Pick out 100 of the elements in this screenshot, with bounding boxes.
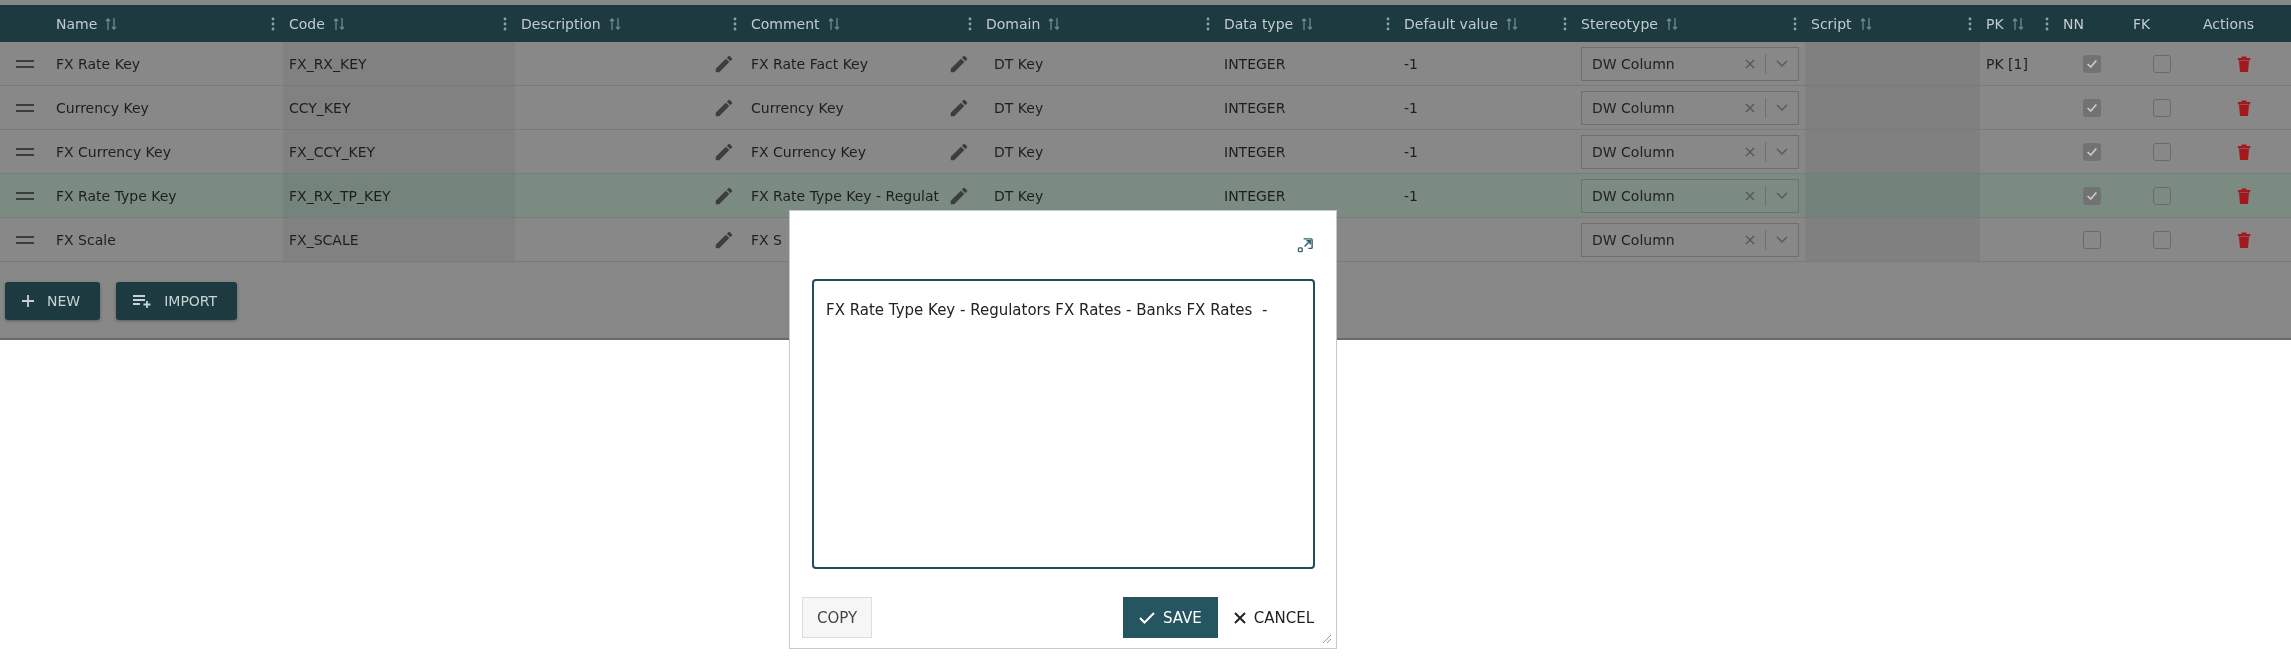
stereotype-select[interactable]: DW Column bbox=[1581, 46, 1799, 81]
delete-icon[interactable] bbox=[2237, 98, 2251, 117]
column-header[interactable]: Name bbox=[50, 5, 283, 42]
drag-handle-icon[interactable] bbox=[16, 147, 34, 156]
clear-icon[interactable] bbox=[1745, 234, 1755, 245]
comment-text-area[interactable]: FX Rate Type Key - Regulators FX Rates - Banks FX Rates - bbox=[812, 279, 1315, 569]
checkbox[interactable] bbox=[2153, 54, 2171, 73]
column-menu-icon[interactable] bbox=[968, 16, 972, 31]
chevron-icon[interactable] bbox=[1776, 235, 1788, 244]
drag-handle-icon[interactable] bbox=[16, 103, 34, 112]
sort-icon[interactable] bbox=[105, 16, 118, 31]
column-header[interactable]: Description bbox=[515, 5, 745, 42]
column-header[interactable]: Actions bbox=[2197, 5, 2291, 42]
plus-icon bbox=[21, 294, 35, 308]
column-menu-icon[interactable] bbox=[1386, 16, 1390, 31]
cancel-button[interactable]: CANCEL bbox=[1233, 608, 1314, 627]
column-header[interactable]: Comment bbox=[745, 5, 980, 42]
table-row[interactable]: FX Rate Key FX_RX_KEY FX Rate Fact Key DT Key INTEGER -1 DW Column PK [1] bbox=[0, 42, 2291, 86]
table-cell: FX S bbox=[751, 231, 782, 248]
table-cell: -1 bbox=[1404, 55, 1418, 72]
table-cell: -1 bbox=[1404, 143, 1418, 160]
column-header[interactable]: NN bbox=[2057, 5, 2127, 42]
delete-icon[interactable] bbox=[2237, 54, 2251, 73]
checkbox[interactable] bbox=[2153, 98, 2171, 117]
sort-icon[interactable] bbox=[332, 16, 345, 31]
stereotype-select[interactable]: DW Column bbox=[1581, 90, 1799, 125]
table-cell: Currency Key bbox=[751, 99, 844, 116]
checkbox[interactable] bbox=[2153, 186, 2171, 205]
column-header[interactable]: Data type bbox=[1218, 5, 1398, 42]
list-add-icon bbox=[132, 294, 153, 308]
close-icon bbox=[1233, 611, 1246, 624]
sort-icon[interactable] bbox=[2011, 16, 2024, 31]
delete-icon[interactable] bbox=[2237, 230, 2251, 249]
clear-icon[interactable] bbox=[1745, 190, 1755, 201]
table-cell: -1 bbox=[1404, 99, 1418, 116]
table-row[interactable]: FX Rate Type Key FX_RX_TP_KEY FX Rate Type Key - Regulat DT Key INTEGER -1 DW Column bbox=[0, 174, 2291, 218]
chevron-icon[interactable] bbox=[1776, 59, 1788, 68]
column-header[interactable]: Default value bbox=[1398, 5, 1575, 42]
column-menu-icon[interactable] bbox=[733, 16, 737, 31]
column-menu-icon[interactable] bbox=[2045, 16, 2049, 31]
column-header[interactable]: PK bbox=[1980, 5, 2057, 42]
sort-icon[interactable] bbox=[1859, 16, 1872, 31]
clear-icon[interactable] bbox=[1745, 146, 1755, 157]
table-cell: FX_CCY_KEY bbox=[289, 143, 376, 160]
table-cell: FX Rate Type Key - Regulat bbox=[751, 187, 939, 204]
import-button[interactable]: IMPORT bbox=[116, 282, 238, 320]
checkbox[interactable] bbox=[2083, 186, 2101, 205]
save-button[interactable]: SAVE bbox=[1122, 597, 1218, 638]
chevron-icon[interactable] bbox=[1776, 103, 1788, 112]
table-cell: DT Key bbox=[994, 143, 1044, 160]
checkbox[interactable] bbox=[2083, 98, 2101, 117]
column-menu-icon[interactable] bbox=[271, 16, 275, 31]
checkbox[interactable] bbox=[2083, 230, 2101, 249]
column-menu-icon[interactable] bbox=[1206, 16, 1210, 31]
column-menu-icon[interactable] bbox=[1563, 16, 1567, 31]
column-header[interactable]: Stereotype bbox=[1575, 5, 1805, 42]
column-header[interactable]: Domain bbox=[980, 5, 1218, 42]
column-menu-icon[interactable] bbox=[1968, 16, 1972, 31]
table-cell: -1 bbox=[1404, 187, 1418, 204]
table-cell: INTEGER bbox=[1224, 55, 1286, 72]
delete-icon[interactable] bbox=[2237, 186, 2251, 205]
sort-icon[interactable] bbox=[1665, 16, 1678, 31]
checkbox[interactable] bbox=[2153, 230, 2171, 249]
sort-icon[interactable] bbox=[1301, 16, 1314, 31]
table-cell: DT Key bbox=[994, 99, 1044, 116]
table-cell: FX Currency Key bbox=[751, 143, 866, 160]
sort-icon[interactable] bbox=[1505, 16, 1518, 31]
table-row[interactable]: FX Currency Key FX_CCY_KEY FX Currency Key DT Key INTEGER -1 DW Column bbox=[0, 130, 2291, 174]
stereotype-select[interactable]: DW Column bbox=[1581, 178, 1799, 213]
drag-handle-icon[interactable] bbox=[16, 235, 34, 244]
column-menu-icon[interactable] bbox=[1793, 16, 1797, 31]
table-cell: FX Rate Key bbox=[56, 55, 141, 72]
sort-icon[interactable] bbox=[1048, 16, 1061, 31]
copy-button[interactable]: COPY bbox=[802, 597, 873, 638]
sort-icon[interactable] bbox=[608, 16, 621, 31]
stereotype-select[interactable]: DW Column bbox=[1581, 134, 1799, 169]
table-cell: FX_SCALE bbox=[289, 231, 359, 248]
drag-handle-icon[interactable] bbox=[16, 59, 34, 68]
column-header[interactable]: Code bbox=[283, 5, 515, 42]
table-cell: CCY_KEY bbox=[289, 99, 351, 116]
clear-icon[interactable] bbox=[1745, 58, 1755, 69]
stereotype-select[interactable]: DW Column bbox=[1581, 222, 1799, 257]
delete-icon[interactable] bbox=[2237, 142, 2251, 161]
table-cell: FX_RX_TP_KEY bbox=[289, 187, 391, 204]
table-row[interactable]: Currency Key CCY_KEY Currency Key DT Key INTEGER -1 DW Column bbox=[0, 86, 2291, 130]
expand-icon[interactable] bbox=[1297, 236, 1314, 254]
chevron-icon[interactable] bbox=[1776, 147, 1788, 156]
drag-handle-icon[interactable] bbox=[16, 191, 34, 200]
column-menu-icon[interactable] bbox=[503, 16, 507, 31]
sort-icon[interactable] bbox=[827, 16, 840, 31]
resize-grip-icon[interactable] bbox=[1320, 632, 1332, 644]
new-button[interactable]: NEW bbox=[5, 282, 101, 320]
clear-icon[interactable] bbox=[1745, 102, 1755, 113]
column-header[interactable]: FK bbox=[2127, 5, 2197, 42]
chevron-icon[interactable] bbox=[1776, 191, 1788, 200]
checkbox[interactable] bbox=[2083, 142, 2101, 161]
checkbox[interactable] bbox=[2083, 54, 2101, 73]
checkbox[interactable] bbox=[2153, 142, 2171, 161]
column-header[interactable]: Script bbox=[1805, 5, 1980, 42]
table-cell: INTEGER bbox=[1224, 99, 1286, 116]
